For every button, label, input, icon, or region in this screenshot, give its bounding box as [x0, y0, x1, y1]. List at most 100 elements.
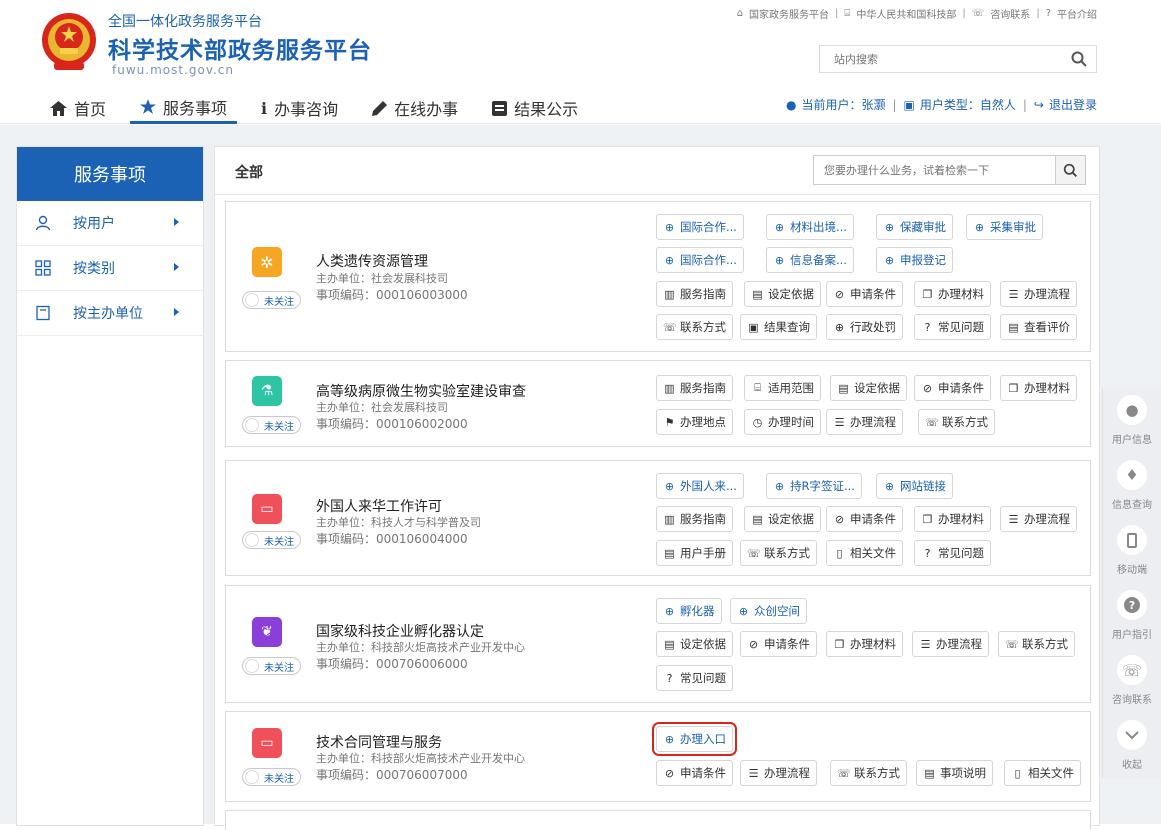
- entry-link[interactable]: ⊕ 持R字签证...: [766, 473, 862, 499]
- contact-button[interactable]: ☏ 联系方式: [740, 540, 817, 566]
- toolbar-contact[interactable]: ☏ 咨询联系: [1103, 648, 1161, 713]
- button-label: 申请条件: [680, 766, 726, 780]
- service-search-input[interactable]: [814, 156, 1044, 184]
- process-button[interactable]: ☰ 办理流程: [826, 409, 903, 435]
- follow-toggle[interactable]: 未关注: [242, 768, 301, 786]
- contact-button[interactable]: ☏ 联系方式: [656, 314, 733, 340]
- contact-button[interactable]: ☏ 联系方式: [918, 409, 995, 435]
- toolbar-guide[interactable]: ? 用户指引: [1103, 583, 1161, 648]
- entry-link[interactable]: ⊕ 外国人来...: [656, 473, 744, 499]
- site-search-input[interactable]: [820, 46, 1050, 72]
- sidebar-item-by-department[interactable]: 按主办单位: [17, 291, 203, 336]
- follow-toggle[interactable]: 未关注: [242, 416, 301, 434]
- process-button[interactable]: ☰ 办理流程: [740, 760, 817, 786]
- location-button[interactable]: ⚑ 办理地点: [656, 409, 733, 435]
- sidebar-item-by-user[interactable]: 按用户: [17, 201, 203, 246]
- top-link-contact[interactable]: 咨询联系: [990, 6, 1030, 21]
- service-guide-button[interactable]: ▥ 服务指南: [656, 375, 733, 401]
- caret-right-icon: [174, 308, 179, 316]
- related-files-button[interactable]: ▯ 相关文件: [1004, 760, 1081, 786]
- service-name[interactable]: 技术合同管理与服务: [316, 732, 442, 752]
- service-name[interactable]: 高等级病原微生物实验室建设审查: [316, 381, 526, 401]
- service-name[interactable]: 外国人来华工作许可: [316, 496, 442, 516]
- follow-toggle[interactable]: 未关注: [242, 657, 301, 675]
- toolbar-user-info[interactable]: ● 用户信息: [1103, 388, 1161, 453]
- sidebar-item-by-category[interactable]: 按类别: [17, 246, 203, 291]
- entry-link[interactable]: ⊕ 采集审批: [966, 214, 1043, 240]
- faq-button[interactable]: ? 常见问题: [914, 314, 991, 340]
- hours-button[interactable]: ◷ 办理时间: [744, 409, 821, 435]
- nav-consult[interactable]: i 办事咨询: [251, 92, 348, 124]
- service-search-button[interactable]: [1055, 156, 1085, 184]
- entry-link[interactable]: ⊕ 申报登记: [876, 247, 953, 273]
- nav-home-label: 首页: [74, 100, 107, 119]
- search-icon[interactable]: [1070, 50, 1088, 68]
- related-files-button[interactable]: ▯ 相关文件: [826, 540, 903, 566]
- book-icon: ▥: [664, 287, 675, 301]
- description-button[interactable]: ▤ 事项说明: [916, 760, 993, 786]
- entry-link[interactable]: ⊕ 孵化器: [656, 598, 722, 624]
- service-name[interactable]: 国家级科技企业孵化器认定: [316, 621, 484, 641]
- conditions-button[interactable]: ⊘ 申请条件: [826, 281, 903, 307]
- toolbar-info-query[interactable]: ♦ 信息查询: [1103, 453, 1161, 518]
- button-label: 申请条件: [938, 381, 984, 395]
- faq-button[interactable]: ? 常见问题: [656, 665, 733, 691]
- flask-icon: ⚗: [260, 383, 274, 399]
- process-button[interactable]: ☰ 办理流程: [1000, 506, 1077, 532]
- review-button[interactable]: ▤ 查看评价: [1000, 314, 1077, 340]
- contact-button[interactable]: ☏ 联系方式: [830, 760, 907, 786]
- follow-toggle[interactable]: 未关注: [242, 531, 301, 549]
- button-label: 办理材料: [938, 512, 984, 526]
- penalty-button[interactable]: ⊕ 行政处罚: [826, 314, 903, 340]
- follow-toggle[interactable]: 未关注: [242, 291, 301, 309]
- entry-link[interactable]: ⊕ 众创空间: [730, 598, 807, 624]
- entry-link[interactable]: ⊕ 保藏审批: [876, 214, 953, 240]
- process-button[interactable]: ☰ 办理流程: [1000, 281, 1077, 307]
- legal-basis-button[interactable]: ▤ 设定依据: [830, 375, 907, 401]
- nav-consult-label: 办事咨询: [274, 100, 339, 119]
- service-guide-button[interactable]: ▥ 服务指南: [656, 281, 733, 307]
- user-manual-button[interactable]: ▤ 用户手册: [656, 540, 733, 566]
- entry-link-highlighted[interactable]: ⊕ 办理入口: [652, 722, 737, 756]
- service-code: 事项编码：000106004000: [316, 532, 468, 546]
- site-title[interactable]: 科学技术部政务服务平台: [108, 31, 372, 65]
- service-guide-button[interactable]: ▥ 服务指南: [656, 506, 733, 532]
- entry-link[interactable]: ⊕ 信息备案...: [766, 247, 854, 273]
- bank-icon: ⌸: [844, 8, 851, 19]
- toolbar-mobile[interactable]: 移动端: [1103, 518, 1161, 583]
- conditions-button[interactable]: ⊘ 申请条件: [656, 760, 733, 786]
- process-button[interactable]: ☰ 办理流程: [912, 631, 989, 657]
- nav-home[interactable]: 首页: [40, 92, 116, 124]
- logout-link[interactable]: 退出登录: [1049, 96, 1097, 113]
- entry-link[interactable]: ⊕ 国际合作...: [656, 247, 744, 273]
- top-link-about[interactable]: 平台介绍: [1057, 6, 1097, 21]
- materials-button[interactable]: ❐ 办理材料: [914, 281, 991, 307]
- materials-button[interactable]: ❐ 办理材料: [826, 631, 903, 657]
- faq-button[interactable]: ? 常见问题: [914, 540, 991, 566]
- nav-services[interactable]: 服务事项: [130, 92, 238, 124]
- conditions-button[interactable]: ⊘ 申请条件: [914, 375, 991, 401]
- entry-link[interactable]: ⊕ 材料出境...: [766, 214, 854, 240]
- contact-button[interactable]: ☏ 联系方式: [998, 631, 1075, 657]
- conditions-button[interactable]: ⊘ 申请条件: [740, 631, 817, 657]
- toolbar-collapse[interactable]: 收起: [1103, 713, 1161, 778]
- legal-basis-button[interactable]: ▤ 设定依据: [744, 506, 821, 532]
- result-query-button[interactable]: ▣ 结果查询: [740, 314, 817, 340]
- arrow-circle-icon: ⊕: [664, 220, 675, 234]
- top-link-gov-platform[interactable]: 国家政务服务平台: [749, 6, 829, 21]
- button-label: 办理流程: [1024, 287, 1070, 301]
- legal-basis-button[interactable]: ▤ 设定依据: [656, 631, 733, 657]
- button-label: 结果查询: [764, 320, 810, 334]
- materials-button[interactable]: ❐ 办理材料: [914, 506, 991, 532]
- nav-results[interactable]: 结果公示: [482, 92, 588, 124]
- service-code: 事项编码：000106003000: [316, 288, 468, 302]
- legal-basis-button[interactable]: ▤ 设定依据: [744, 281, 821, 307]
- entry-link[interactable]: ⊕ 网站链接: [876, 473, 953, 499]
- materials-button[interactable]: ❐ 办理材料: [1000, 375, 1077, 401]
- conditions-button[interactable]: ⊘ 申请条件: [826, 506, 903, 532]
- top-link-most[interactable]: 中华人民共和国科技部: [856, 6, 956, 21]
- scope-button[interactable]: ⌸ 适用范围: [744, 375, 821, 401]
- entry-link[interactable]: ⊕ 国际合作...: [656, 214, 744, 240]
- service-name[interactable]: 人类遗传资源管理: [316, 251, 428, 271]
- nav-online[interactable]: 在线办事: [362, 92, 468, 124]
